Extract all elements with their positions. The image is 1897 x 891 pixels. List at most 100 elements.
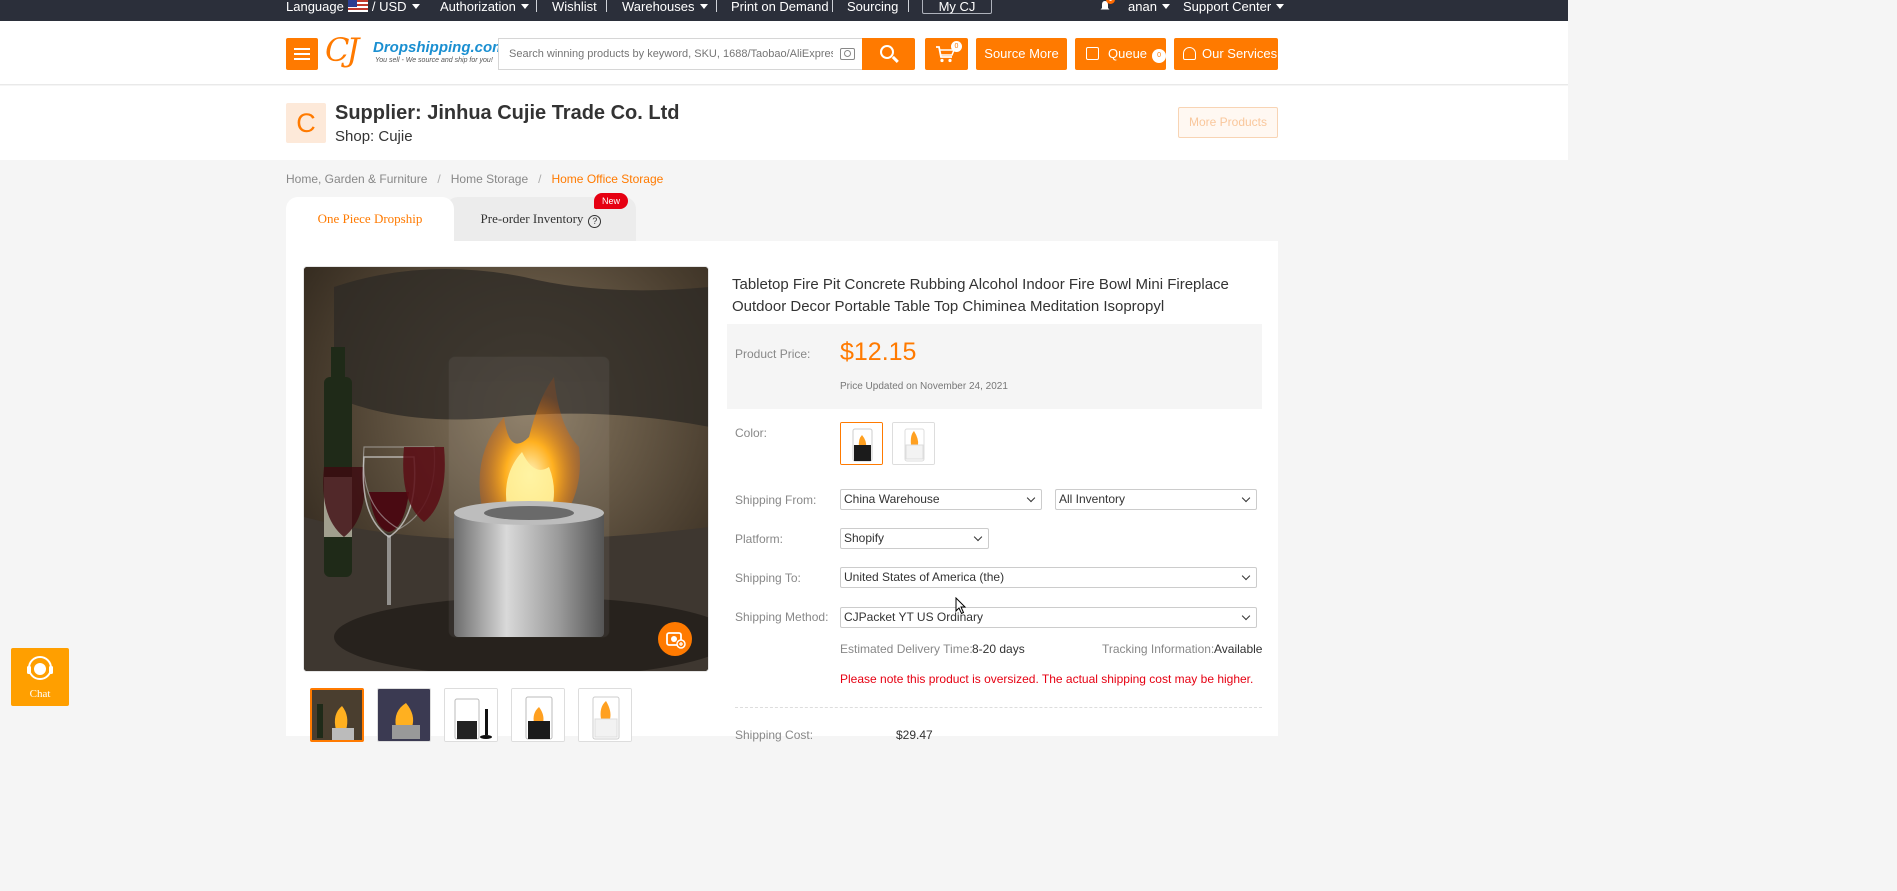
search-button[interactable] <box>862 38 915 70</box>
chevron-down-icon <box>520 4 529 9</box>
search-box <box>498 38 862 70</box>
sourcing-link[interactable]: Sourcing <box>847 0 898 14</box>
chat-button[interactable]: Chat <box>11 648 69 706</box>
support-center-menu[interactable]: Support Center <box>1183 0 1285 14</box>
product-thumbnail[interactable] <box>310 688 364 742</box>
logo-mark: CJ <box>325 31 359 69</box>
our-services-button[interactable]: Our Services <box>1174 38 1278 70</box>
breadcrumb-item[interactable]: Home Storage <box>451 172 528 186</box>
chevron-down-icon <box>1241 611 1251 621</box>
platform-label: Platform: <box>735 532 784 546</box>
shipping-from-value: China Warehouse <box>844 492 940 506</box>
product-thumbnail[interactable] <box>377 688 431 742</box>
search-input[interactable] <box>499 39 833 69</box>
product-price: $12.15 <box>840 338 917 366</box>
breadcrumb-separator: / <box>437 172 441 186</box>
queue-button[interactable]: Queue 0 <box>1075 38 1167 70</box>
shipping-cost-label: Shipping Cost: <box>735 728 814 742</box>
chevron-down-icon <box>699 4 708 9</box>
notification-badge: 1 <box>1106 0 1115 4</box>
shipping-from-label: Shipping From: <box>735 493 817 507</box>
source-more-button[interactable]: Source More <box>976 38 1067 70</box>
supplier-shop[interactable]: Shop: Cujie <box>335 128 413 145</box>
logo[interactable]: CJ Dropshipping.com You sell - We source… <box>325 31 506 71</box>
color-swatch-black[interactable] <box>840 422 883 465</box>
category-menu-button[interactable] <box>286 38 318 70</box>
currency-label: / USD <box>371 0 407 14</box>
product-main-image[interactable] <box>303 266 709 672</box>
camera-icon[interactable] <box>840 48 855 60</box>
more-products-button[interactable]: More Products <box>1178 107 1278 138</box>
authorization-menu[interactable]: Authorization <box>440 0 529 14</box>
shipping-method-label: Shipping Method: <box>735 610 829 624</box>
product-thumbnail[interactable] <box>578 688 632 742</box>
platform-select[interactable]: Shopify <box>840 528 989 549</box>
product-price-label: Product Price: <box>735 347 811 361</box>
wishlist-link[interactable]: Wishlist <box>552 0 597 14</box>
cart-button[interactable]: 0 <box>925 38 968 70</box>
breadcrumb-item[interactable]: Home, Garden & Furniture <box>286 172 427 186</box>
my-cj-button[interactable]: My CJ <box>922 0 992 14</box>
headset-icon <box>27 656 53 680</box>
product-title: Tabletop Fire Pit Concrete Rubbing Alcoh… <box>732 276 1229 315</box>
new-badge: New <box>594 193 628 209</box>
chat-label: Chat <box>29 688 51 700</box>
divider <box>908 0 909 12</box>
chevron-down-icon <box>973 532 983 542</box>
chevron-down-icon <box>1241 493 1251 503</box>
breadcrumb-separator: / <box>538 172 542 186</box>
print-on-demand-link[interactable]: Print on Demand <box>731 0 829 14</box>
warehouses-menu[interactable]: Warehouses <box>622 0 708 14</box>
us-flag-icon <box>347 0 368 12</box>
color-label: Color: <box>735 426 768 440</box>
user-menu[interactable]: anan <box>1128 0 1170 14</box>
support-center-label: Support Center <box>1183 0 1272 14</box>
warehouses-label: Warehouses <box>622 0 695 14</box>
services-icon <box>1183 47 1196 60</box>
tracking-label: Tracking Information: <box>1102 642 1215 656</box>
fireplace-photo <box>304 267 708 671</box>
tracking-value: Available <box>1214 642 1263 656</box>
chevron-down-icon <box>411 4 420 9</box>
product-thumbnail[interactable] <box>511 688 565 742</box>
logo-name: Dropshipping.com <box>373 39 506 56</box>
top-bar: Language / USD Authorization Wishlist War… <box>0 0 1568 21</box>
image-search-icon <box>666 632 686 649</box>
product-thumbnail[interactable] <box>444 688 498 742</box>
cart-count-badge: 0 <box>951 41 962 52</box>
image-search-button[interactable] <box>658 622 692 656</box>
language-selector[interactable]: Language / USD <box>286 0 420 14</box>
divider <box>606 0 607 12</box>
help-icon[interactable]: ? <box>588 215 602 228</box>
breadcrumb-current[interactable]: Home Office Storage <box>551 172 663 186</box>
price-box <box>727 324 1262 409</box>
breadcrumb: Home, Garden & Furniture / Home Storage / Ho… <box>286 172 663 186</box>
our-services-label: Our Services <box>1202 46 1278 61</box>
language-label: Language <box>286 0 344 14</box>
supplier-avatar: C <box>286 103 326 143</box>
color-swatch-white[interactable] <box>892 422 935 465</box>
shipping-to-select[interactable]: United States of America (the) <box>840 567 1257 588</box>
logo-tagline: You sell - We source and ship for you! <box>375 57 493 64</box>
chevron-down-icon <box>1241 571 1251 581</box>
queue-count-badge: 0 <box>1152 49 1167 63</box>
price-updated-text: Price Updated on November 24, 2021 <box>840 381 1008 392</box>
delivery-time-label: Estimated Delivery Time: <box>840 642 973 656</box>
supplier-title: Supplier: Jinhua Cujie Trade Co. Ltd <box>335 102 680 124</box>
shipping-from-select[interactable]: China Warehouse <box>840 489 1042 510</box>
shipping-cost-value: $29.47 <box>896 728 933 742</box>
inventory-select[interactable]: All Inventory <box>1055 489 1257 510</box>
divider <box>536 0 537 12</box>
tab-label: Pre-order Inventory <box>480 211 584 226</box>
delivery-time-value: 8-20 days <box>972 642 1025 656</box>
queue-label: Queue <box>1108 46 1148 61</box>
username: anan <box>1128 0 1157 14</box>
divider <box>735 707 1262 708</box>
tab-one-piece-dropship[interactable]: One Piece Dropship <box>286 197 454 241</box>
divider <box>716 0 717 12</box>
platform-value: Shopify <box>844 531 885 545</box>
supplier-bar: C Supplier: Jinhua Cujie Trade Co. Ltd S… <box>0 86 1568 160</box>
shipping-method-select[interactable]: CJPacket YT US Ordinary <box>840 607 1257 628</box>
chevron-down-icon <box>1026 493 1036 503</box>
chevron-down-icon <box>1161 4 1170 9</box>
